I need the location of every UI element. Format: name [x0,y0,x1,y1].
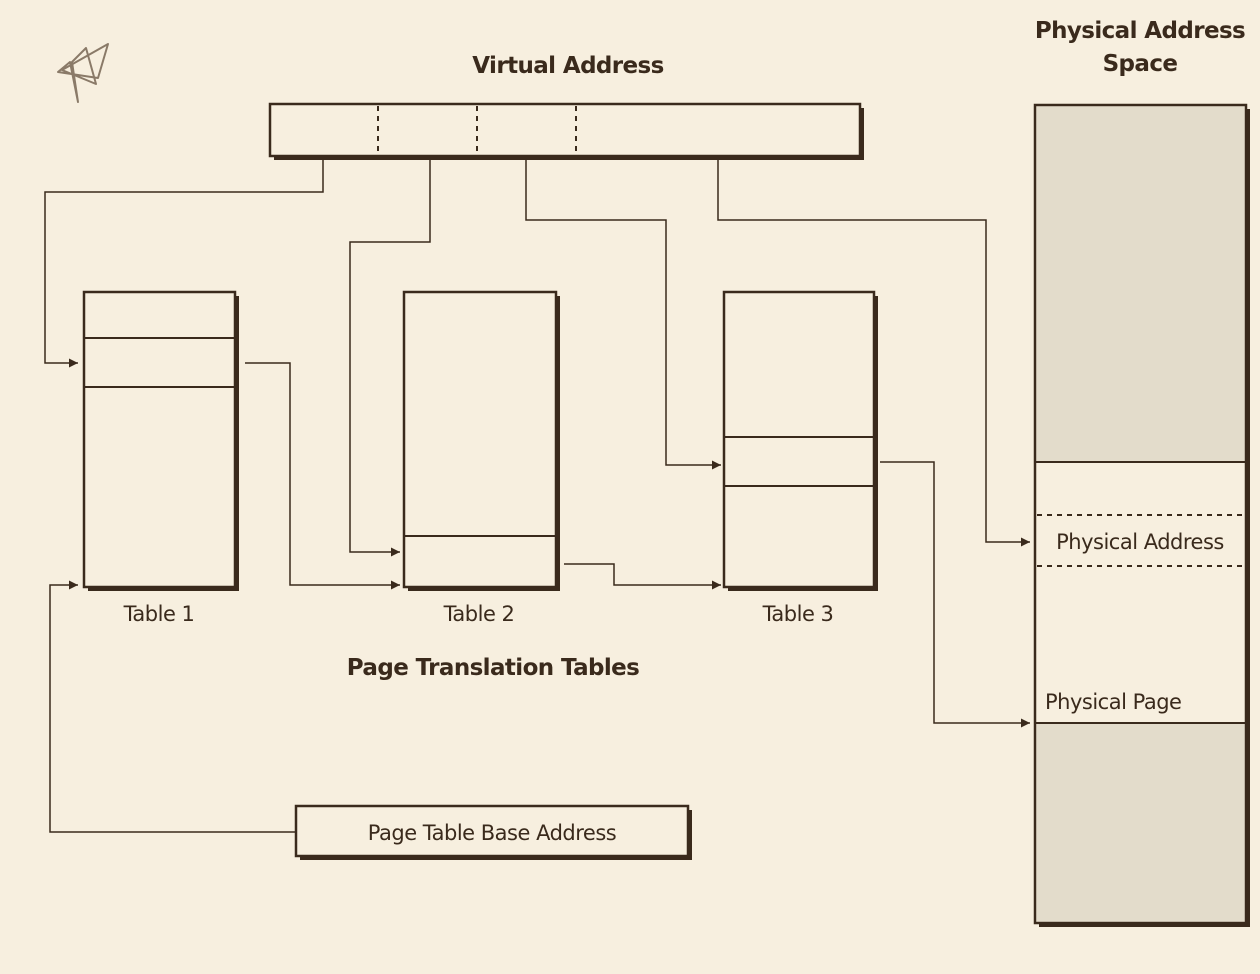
table2-to-table3-arrow [564,563,721,590]
physical-address-space-title-line2: Space [1103,51,1178,77]
virtual-address-bar [268,102,864,160]
table-2 [402,290,560,591]
table-1-label: Table 1 [123,602,195,626]
physical-page-label: Physical Page [1045,690,1181,714]
physical-address-space [1033,103,1250,927]
table3-to-physical-page-arrow [880,461,1030,728]
page-table-base-address-label: Page Table Base Address [368,821,616,845]
virtual-address-title: Virtual Address [472,53,663,79]
physical-address-label: Physical Address [1056,530,1224,554]
table-3-label: Table 3 [762,602,834,626]
page-translation-diagram: Virtual Address Physical Address Space T… [44,18,1250,927]
diagram-canvas: Virtual Address Physical Address Space T… [0,0,1260,974]
table-1 [82,290,239,591]
physical-address-space-title-line1: Physical Address [1035,18,1245,44]
star-icon [57,43,109,103]
table-3 [722,290,878,591]
table-2-label: Table 2 [443,602,515,626]
page-translation-tables-caption: Page Translation Tables [347,655,639,681]
